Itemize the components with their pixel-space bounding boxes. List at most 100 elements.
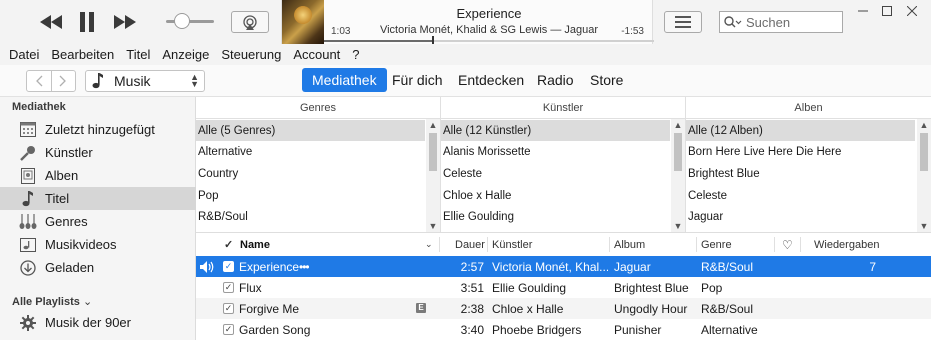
table-row[interactable]: ✓ Flux 3:51 Ellie Goulding Brightest Blu… bbox=[196, 277, 931, 298]
minimize-window-button[interactable] bbox=[853, 3, 873, 19]
artists-scrollbar[interactable]: ▲ ▼ bbox=[671, 119, 685, 232]
column-header-genre[interactable]: Genre bbox=[701, 233, 732, 256]
progress-playhead[interactable] bbox=[431, 36, 434, 44]
menu-controls[interactable]: Steuerung bbox=[221, 47, 281, 62]
song-checkbox[interactable]: ✓ bbox=[223, 303, 234, 314]
tab-browse[interactable]: Entdecken bbox=[448, 68, 534, 92]
column-header-check[interactable]: ✓ bbox=[224, 233, 233, 256]
sidebar: Mediathek Zuletzt hinzugefügt Künstler A… bbox=[0, 97, 196, 340]
media-type-label: Musik bbox=[114, 73, 151, 89]
search-input[interactable] bbox=[746, 14, 832, 30]
list-item[interactable]: Brightest Blue bbox=[686, 163, 915, 184]
progress-bar[interactable] bbox=[324, 36, 654, 44]
more-options-icon[interactable]: ••• bbox=[299, 256, 309, 277]
song-genre: R&B/Soul bbox=[701, 259, 754, 274]
scrollbar-thumb[interactable] bbox=[920, 133, 928, 171]
column-header-duration[interactable]: Dauer bbox=[455, 233, 485, 256]
all-playlists-label: Alle Playlists bbox=[12, 296, 80, 308]
albums-column-header[interactable]: Alben bbox=[686, 97, 931, 119]
explicit-badge: E bbox=[416, 303, 426, 313]
media-type-select[interactable]: Musik ▲ ▼ bbox=[85, 70, 205, 92]
all-playlists-heading[interactable]: Alle Playlists ⌄ bbox=[12, 295, 92, 308]
maximize-window-button[interactable] bbox=[877, 3, 897, 19]
list-item[interactable]: Alle (12 Alben) bbox=[686, 120, 915, 141]
scrollbar-thumb[interactable] bbox=[429, 133, 437, 171]
tab-store[interactable]: Store bbox=[580, 68, 633, 92]
list-item[interactable]: Country bbox=[196, 163, 425, 184]
sidebar-item-downloaded[interactable]: Geladen bbox=[0, 256, 196, 279]
sidebar-item-label: Zuletzt hinzugefügt bbox=[45, 122, 155, 137]
albums-scrollbar[interactable]: ▲ ▼ bbox=[917, 119, 931, 232]
speaker-icon bbox=[200, 256, 216, 277]
table-row[interactable]: ✓ Garden Song 3:40 Phoebe Bridgers Punis… bbox=[196, 319, 931, 340]
scrollbar-thumb[interactable] bbox=[674, 133, 682, 171]
column-header-artist[interactable]: Künstler bbox=[492, 233, 532, 256]
list-item[interactable]: Celeste bbox=[686, 185, 915, 206]
airplay-button[interactable] bbox=[231, 11, 269, 33]
song-duration: 3:51 bbox=[460, 280, 484, 295]
list-item[interactable]: Alanis Morissette bbox=[441, 141, 670, 162]
column-header-love[interactable]: ♡ bbox=[782, 233, 793, 256]
up-next-button[interactable] bbox=[664, 11, 702, 33]
list-item[interactable]: Jaguar bbox=[686, 206, 915, 227]
column-header-plays[interactable]: Wiedergaben bbox=[814, 233, 879, 256]
table-row[interactable]: ✓ Forgive Me E 2:38 Chloe x Halle Ungodl… bbox=[196, 298, 931, 319]
scroll-down-icon[interactable]: ▼ bbox=[917, 221, 931, 231]
sidebar-playlist-item[interactable]: Musik der 90er bbox=[0, 311, 196, 334]
column-header-name[interactable]: Name bbox=[240, 233, 270, 256]
forward-button[interactable] bbox=[112, 12, 138, 32]
song-album: Ungodly Hour bbox=[614, 301, 688, 316]
sidebar-item-songs[interactable]: Titel bbox=[0, 187, 196, 210]
table-row[interactable]: ✓ Experience ••• 2:57 Victoria Monét, Kh… bbox=[196, 256, 931, 277]
forward-nav-button[interactable] bbox=[52, 71, 76, 91]
tab-radio[interactable]: Radio bbox=[527, 68, 584, 92]
list-item[interactable]: Chloe x Halle bbox=[441, 185, 670, 206]
menu-view[interactable]: Anzeige bbox=[162, 47, 209, 62]
scroll-up-icon[interactable]: ▲ bbox=[426, 120, 440, 130]
back-button[interactable] bbox=[27, 71, 52, 91]
tab-for-you[interactable]: Für dich bbox=[382, 68, 453, 92]
rewind-button[interactable] bbox=[38, 12, 64, 32]
sidebar-item-genres[interactable]: Genres bbox=[0, 210, 196, 233]
scroll-up-icon[interactable]: ▲ bbox=[917, 120, 931, 130]
now-playing-title: Experience bbox=[456, 6, 522, 21]
list-item[interactable]: Celeste bbox=[441, 163, 670, 184]
sidebar-item-albums[interactable]: Alben bbox=[0, 164, 196, 187]
menu-help[interactable]: ? bbox=[352, 47, 359, 62]
genres-column-header[interactable]: Genres bbox=[196, 97, 440, 119]
column-browser: Genres Alle (5 Genres) Alternative Count… bbox=[196, 97, 931, 232]
song-checkbox[interactable]: ✓ bbox=[223, 324, 234, 335]
column-header-album[interactable]: Album bbox=[614, 233, 645, 256]
list-item[interactable]: Alle (12 Künstler) bbox=[441, 120, 670, 141]
song-genre: Pop bbox=[701, 280, 723, 295]
song-plays bbox=[806, 277, 876, 298]
genres-scrollbar[interactable]: ▲ ▼ bbox=[426, 119, 440, 232]
scroll-down-icon[interactable]: ▼ bbox=[671, 221, 685, 231]
menu-song[interactable]: Titel bbox=[126, 47, 150, 62]
pause-button[interactable] bbox=[76, 10, 98, 34]
sidebar-item-recently-added[interactable]: Zuletzt hinzugefügt bbox=[0, 118, 196, 141]
list-item[interactable]: Ellie Goulding bbox=[441, 206, 670, 227]
list-item[interactable]: Pop bbox=[196, 185, 425, 206]
sidebar-item-artists[interactable]: Künstler bbox=[0, 141, 196, 164]
remaining-time[interactable]: -1:53 bbox=[621, 26, 644, 37]
menu-file[interactable]: Datei bbox=[9, 47, 39, 62]
grid-calendar-icon bbox=[18, 121, 38, 139]
scroll-up-icon[interactable]: ▲ bbox=[671, 120, 685, 130]
album-artwork[interactable] bbox=[282, 0, 324, 44]
list-item[interactable]: R&B/Soul bbox=[196, 206, 425, 227]
song-checkbox[interactable]: ✓ bbox=[223, 282, 234, 293]
scroll-down-icon[interactable]: ▼ bbox=[426, 221, 440, 231]
menu-edit[interactable]: Bearbeiten bbox=[51, 47, 114, 62]
list-item[interactable]: Born Here Live Here Die Here bbox=[686, 141, 915, 162]
close-window-button[interactable] bbox=[902, 3, 922, 19]
list-item[interactable]: Alternative bbox=[196, 141, 425, 162]
song-checkbox[interactable]: ✓ bbox=[223, 261, 234, 272]
menu-account[interactable]: Account bbox=[293, 47, 340, 62]
tab-library[interactable]: Mediathek bbox=[302, 68, 387, 92]
volume-slider-knob[interactable] bbox=[174, 13, 190, 29]
sidebar-item-music-videos[interactable]: Musikvideos bbox=[0, 233, 196, 256]
artists-column-header[interactable]: Künstler bbox=[441, 97, 685, 119]
search-field[interactable] bbox=[719, 11, 843, 33]
list-item[interactable]: Alle (5 Genres) bbox=[196, 120, 425, 141]
